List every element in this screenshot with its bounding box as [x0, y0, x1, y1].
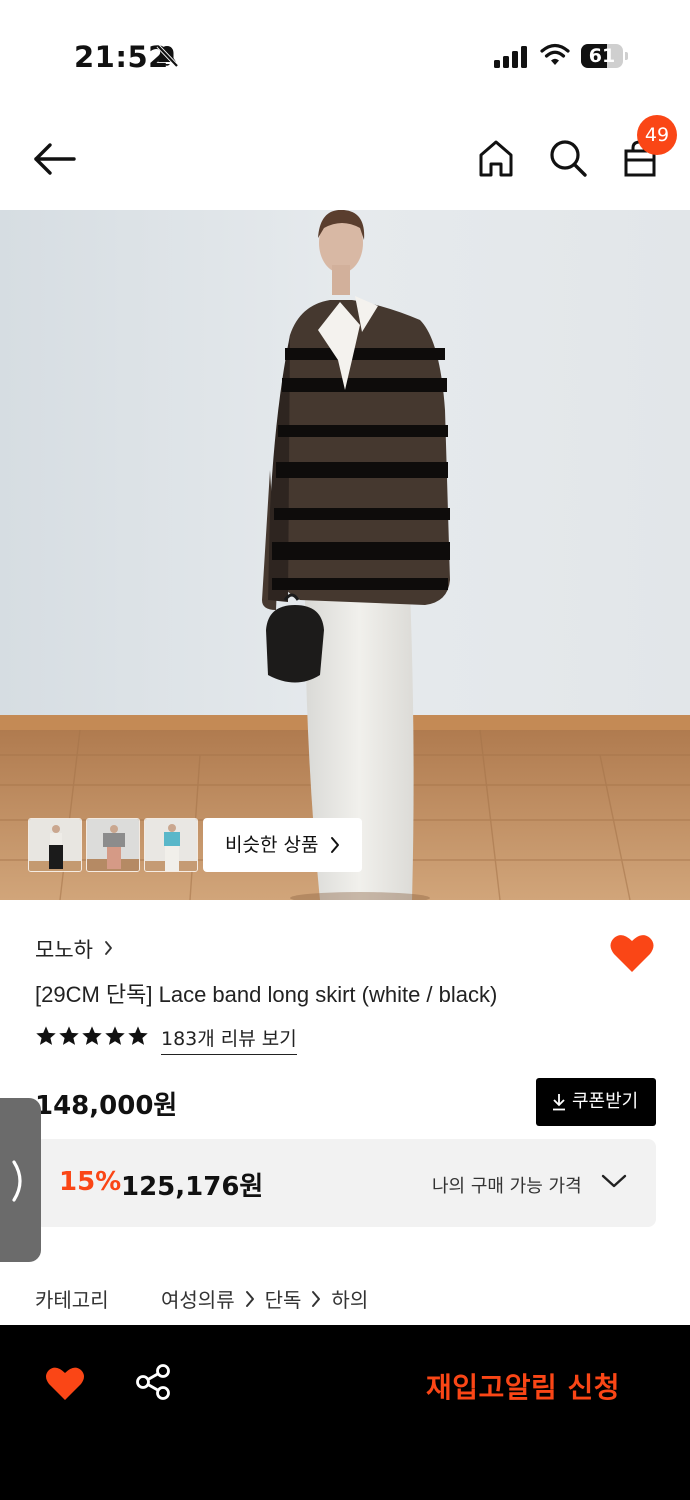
top-navigation [0, 110, 690, 210]
thumbnail-1[interactable] [28, 818, 82, 872]
chevron-right-icon [331, 837, 339, 853]
brand-link[interactable]: 모노하 [35, 934, 93, 964]
battery-icon: 61 [581, 44, 629, 68]
bell-slash-icon [156, 44, 179, 68]
search-icon[interactable] [546, 136, 590, 180]
breadcrumb-item[interactable]: 여성의류 [161, 1284, 235, 1313]
similar-products-label: 비슷한 상품 [225, 834, 319, 856]
image-thumbnails [28, 818, 198, 872]
side-drawer-handle[interactable] [0, 1098, 41, 1262]
discount-rate: 15% [59, 1167, 122, 1197]
back-arrow-icon[interactable] [30, 138, 80, 180]
home-icon[interactable] [474, 136, 518, 180]
star-icon [128, 1026, 148, 1045]
heart-like-icon[interactable] [609, 932, 655, 974]
product-image[interactable] [0, 210, 690, 900]
star-icon [82, 1026, 102, 1045]
chevron-down-icon [601, 1174, 627, 1188]
thumbnail-2[interactable] [86, 818, 140, 872]
star-icon [105, 1026, 125, 1045]
review-link[interactable]: 183개 리뷰 보기 [161, 1024, 297, 1055]
cellular-signal-icon [494, 46, 527, 68]
chevron-right-icon [245, 1290, 254, 1307]
breadcrumb-item[interactable]: 단독 [265, 1284, 302, 1313]
product-title: [29CM 단독] Lace band long skirt (white / … [35, 982, 498, 1007]
thumbnail-3[interactable] [144, 818, 198, 872]
status-bar: 21:52 61 [0, 0, 690, 110]
chevron-right-icon [312, 1290, 321, 1307]
my-price-box[interactable]: 15% 125,176원 나의 구매 가능 가격 [35, 1139, 656, 1227]
share-icon[interactable] [134, 1363, 172, 1401]
category-breadcrumb: 여성의류 단독 하의 [161, 1284, 368, 1313]
sale-price: 125,176원 [121, 1172, 264, 1202]
battery-percent: 61 [588, 45, 616, 67]
restock-alert-button[interactable]: 재입고알림 신청 [426, 1366, 620, 1406]
coupon-label: 쿠폰받기 [572, 1091, 639, 1112]
chevron-right-icon [12, 1160, 22, 1202]
bottom-action-bar: 재입고알림 신청 [0, 1325, 690, 1500]
original-price: 148,000원 [35, 1091, 178, 1121]
product-photo [0, 210, 690, 900]
star-icon [36, 1026, 56, 1045]
my-price-label: 나의 구매 가능 가격 [432, 1176, 582, 1197]
download-icon [553, 1094, 565, 1111]
wifi-icon [540, 43, 570, 65]
rating-stars [35, 1025, 149, 1047]
similar-products-button[interactable]: 비슷한 상품 [203, 818, 362, 872]
coupon-download-button[interactable]: 쿠폰받기 [536, 1078, 656, 1126]
cart-count-badge: 49 [637, 115, 677, 155]
star-icon [59, 1026, 79, 1045]
breadcrumb-item[interactable]: 하의 [331, 1284, 368, 1313]
heart-like-icon[interactable] [45, 1365, 85, 1401]
category-label: 카테고리 [35, 1288, 109, 1312]
chevron-right-icon [105, 941, 112, 955]
